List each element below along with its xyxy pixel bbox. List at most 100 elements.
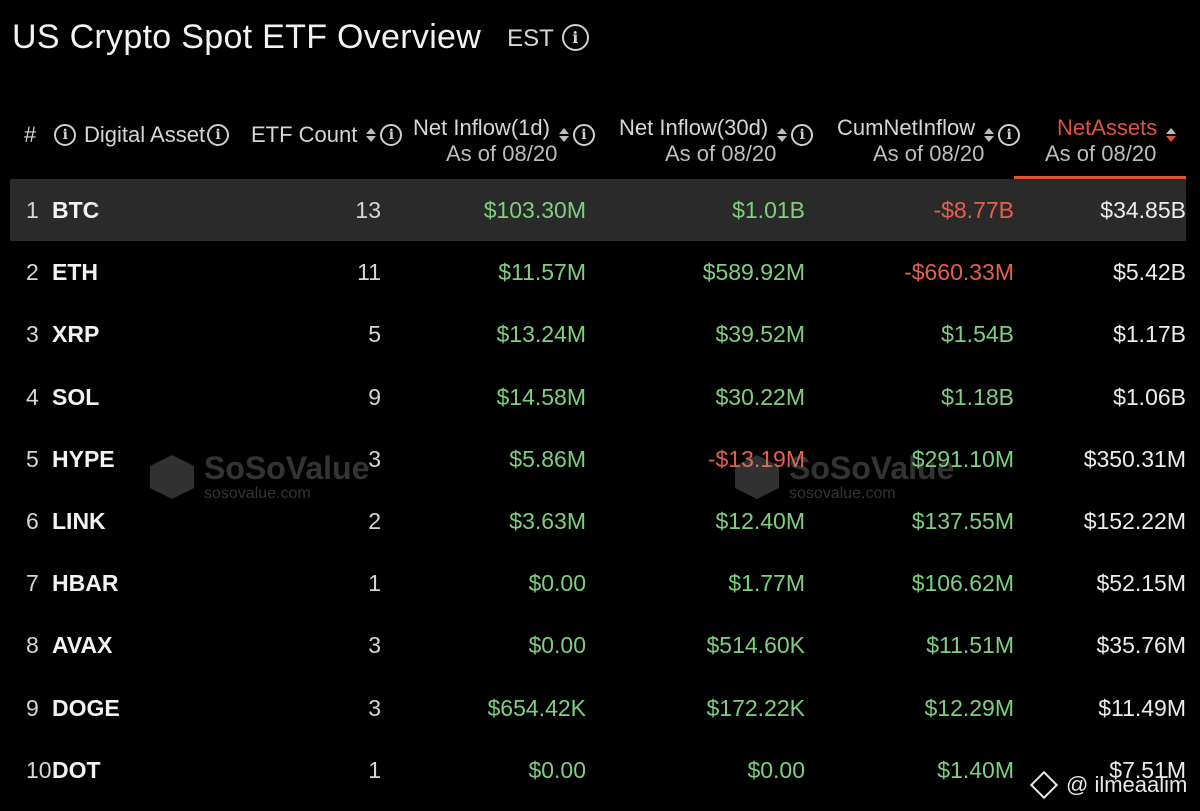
table-row[interactable]: 3 XRP 5 $13.24M $39.52M $1.54B $1.17B — [10, 303, 1186, 365]
asset-symbol: HBAR — [52, 570, 119, 597]
cum-net-inflow-cell: $12.29M — [924, 694, 1014, 721]
net-inflow-1d-cell: $11.57M — [498, 259, 586, 286]
header-digital-asset-label: Digital Asset — [84, 122, 206, 147]
header-rank-label: # — [24, 122, 37, 147]
info-icon[interactable]: i — [207, 124, 230, 146]
net-inflow-1d-cell: $103.30M — [483, 197, 586, 223]
credit-handle: @ ilmeaalim — [1066, 772, 1188, 797]
net-inflow-1d-cell: $0.00 — [528, 632, 586, 659]
sort-icon[interactable] — [776, 124, 788, 146]
info-icon[interactable]: i — [791, 124, 814, 146]
etf-count-cell: 3 — [368, 445, 381, 472]
net-inflow-30d-cell: $30.22M — [715, 383, 805, 410]
as-of-label: As of 08/20 — [873, 141, 985, 166]
net-inflow-30d-cell: $39.52M — [715, 321, 805, 348]
asset-symbol: HYPE — [52, 445, 115, 472]
header-net-inflow-1d-asof: As of 08/20 — [446, 141, 557, 167]
net-assets-cell: $1.17B — [1113, 321, 1186, 348]
net-inflow-30d-cell: $589.92M — [702, 259, 805, 286]
timezone-label[interactable]: EST — [507, 25, 554, 53]
net-inflow-1d-cell: $14.58M — [496, 383, 586, 410]
net-assets-cell: $34.85B — [1100, 197, 1186, 223]
net-assets-cell: $52.15M — [1096, 570, 1186, 597]
table-row[interactable]: 2 ETH 11 $11.57M $589.92M -$660.33M $5.42B — [10, 241, 1186, 303]
info-icon[interactable]: i — [54, 124, 77, 146]
net-assets-cell: $1.06B — [1113, 383, 1186, 410]
asset-symbol: ETH — [52, 259, 98, 286]
net-inflow-30d-cell: $172.22K — [706, 694, 805, 721]
etf-count-cell: 3 — [368, 632, 381, 659]
header-cum-net-inflow-asof: As of 08/20 — [873, 141, 984, 167]
header-net-inflow-30d-asof: As of 08/20 — [665, 141, 776, 167]
credit: @ ilmeaalim — [1029, 770, 1188, 800]
asset-symbol: LINK — [52, 508, 106, 534]
asset-symbol: BTC — [52, 197, 100, 223]
table-row[interactable]: 6 LINK 2 $3.63M $12.40M $137.55M $152.22M — [10, 490, 1186, 552]
net-inflow-1d-cell: $5.86M — [509, 445, 586, 472]
header-net-assets-asof: As of 08/20 — [1045, 141, 1156, 167]
net-assets-cell: $11.49M — [1098, 694, 1186, 721]
net-assets-cell: $35.76M — [1096, 632, 1186, 659]
asset-symbol: SOL — [52, 383, 100, 410]
asset-symbol: AVAX — [52, 632, 113, 659]
net-inflow-30d-cell: $0.00 — [747, 756, 805, 783]
rank-cell: 10 — [26, 756, 52, 783]
net-inflow-30d-cell: $1.01B — [732, 197, 805, 223]
rank-cell: 1 — [26, 197, 39, 223]
cum-net-inflow-cell: -$660.33M — [904, 259, 1014, 286]
header-etf-count-label: ETF Count — [251, 122, 358, 147]
rank-cell: 5 — [26, 445, 39, 472]
sort-icon[interactable] — [983, 124, 995, 146]
etf-count-cell: 3 — [368, 694, 381, 721]
rank-cell: 4 — [26, 383, 39, 410]
cum-net-inflow-cell: $291.10M — [911, 445, 1014, 472]
asset-symbol: DOT — [52, 756, 101, 783]
asset-symbol: DOGE — [52, 694, 120, 721]
etf-count-cell: 11 — [357, 259, 381, 286]
cum-net-inflow-cell: $1.18B — [941, 383, 1014, 410]
net-inflow-30d-cell: -$13.19M — [707, 445, 805, 472]
header-digital-asset[interactable]: Digital Asset i — [84, 122, 230, 148]
etf-count-cell: 13 — [355, 197, 381, 223]
page-header: US Crypto Spot ETF Overview EST i — [12, 18, 589, 57]
net-inflow-1d-cell: $13.24M — [496, 321, 586, 348]
net-inflow-1d-cell: $3.63M — [509, 508, 586, 534]
etf-count-cell: 2 — [368, 508, 381, 534]
rank-cell: 2 — [26, 259, 39, 286]
table-row[interactable]: 9 DOGE 3 $654.42K $172.22K $12.29M $11.49M — [10, 677, 1186, 739]
etf-count-cell: 1 — [368, 570, 381, 597]
info-icon[interactable]: i — [998, 124, 1021, 146]
info-icon[interactable]: i — [380, 124, 403, 146]
table-row[interactable]: 1 BTC 13 $103.30M $1.01B -$8.77B $34.85B — [10, 179, 1186, 241]
net-inflow-30d-cell: $514.60K — [706, 632, 805, 659]
cum-net-inflow-cell: $11.51M — [926, 632, 1014, 659]
as-of-label: As of 08/20 — [446, 141, 558, 166]
rank-cell: 3 — [26, 321, 39, 348]
sort-desc-icon[interactable] — [1165, 124, 1177, 146]
table-row[interactable]: 7 HBAR 1 $0.00 $1.77M $106.62M $52.15M — [10, 552, 1186, 614]
rank-cell: 8 — [26, 632, 39, 659]
sort-icon[interactable] — [365, 124, 377, 146]
header-etf-count[interactable]: ETF Count i — [251, 122, 403, 148]
info-icon[interactable]: i — [561, 24, 589, 51]
rank-cell: 7 — [26, 570, 39, 597]
header-net-assets-label: NetAssets — [1057, 115, 1158, 140]
net-assets-cell: $5.42B — [1113, 259, 1186, 286]
info-icon[interactable]: i — [572, 124, 595, 146]
net-inflow-1d-cell: $0.00 — [528, 756, 586, 783]
table-row[interactable]: 8 AVAX 3 $0.00 $514.60K $11.51M $35.76M — [10, 614, 1186, 676]
net-inflow-30d-cell: $12.40M — [715, 508, 805, 534]
table-row[interactable]: 4 SOL 9 $14.58M $30.22M $1.18B $1.06B — [10, 366, 1186, 428]
table-row[interactable]: 10 DOT 1 $0.00 $0.00 $1.40M $7.51M — [10, 739, 1186, 801]
header-net-inflow-30d-label: Net Inflow(30d) — [619, 115, 769, 140]
net-assets-cell: $350.31M — [1083, 445, 1186, 472]
net-inflow-1d-cell: $654.42K — [487, 694, 586, 721]
as-of-label: As of 08/20 — [1045, 141, 1157, 166]
net-assets-cell: $152.22M — [1083, 508, 1186, 534]
header-cum-net-inflow-label: CumNetInflow — [837, 115, 976, 140]
cum-net-inflow-cell: $137.55M — [911, 508, 1014, 534]
table-row[interactable]: 5 HYPE 3 $5.86M -$13.19M $291.10M $350.31M — [10, 428, 1186, 490]
asset-symbol: XRP — [52, 321, 100, 348]
sort-icon[interactable] — [558, 124, 570, 146]
cum-net-inflow-cell: $106.62M — [911, 570, 1014, 597]
